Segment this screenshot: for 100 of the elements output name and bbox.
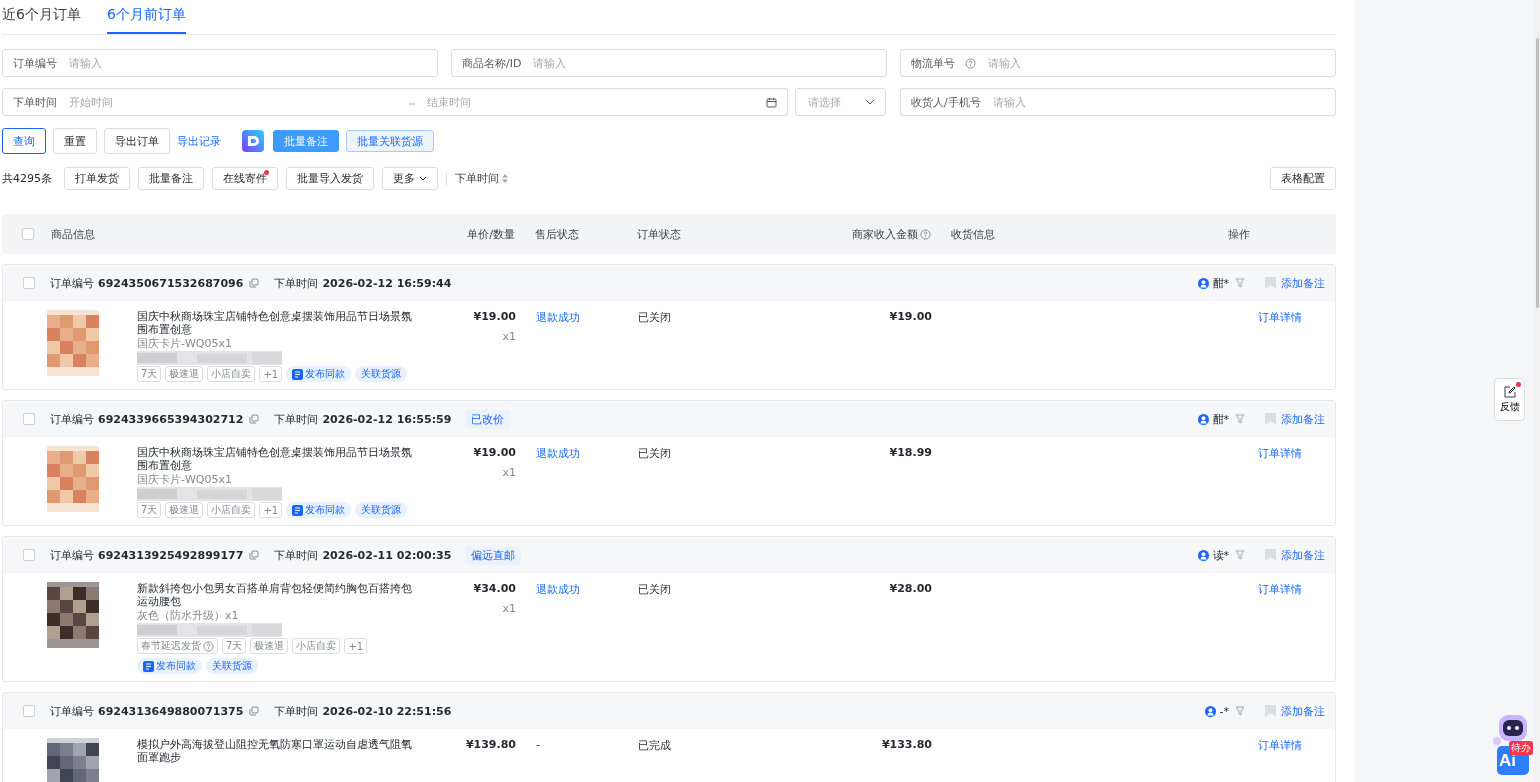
more-dropdown[interactable]: 更多 (382, 167, 438, 190)
sort-button[interactable]: 下单时间 (455, 171, 508, 186)
filter-icon[interactable] (1235, 550, 1245, 560)
merchant-income: ¥133.80 (880, 738, 932, 751)
after-sale-status[interactable]: 退款成功 (516, 446, 638, 461)
publish-button[interactable]: 发布同款 (137, 658, 202, 674)
publish-button[interactable]: 发布同款 (286, 502, 352, 518)
link-source-button[interactable]: 关联货源 (355, 502, 408, 518)
sort-icon (502, 174, 508, 183)
bookmark-icon (1265, 705, 1276, 717)
order-detail-link[interactable]: 订单详情 (1183, 738, 1335, 753)
order-detail-link[interactable]: 订单详情 (1183, 582, 1335, 597)
button[interactable]: 批量备注 (273, 130, 339, 152)
order-time: 下单时间 2026-02-10 22:51:56 (274, 703, 452, 719)
filter-icon[interactable] (1235, 414, 1245, 424)
quantity: x1 (502, 330, 516, 343)
checkbox[interactable] (23, 705, 35, 717)
column-header: 商家收入金额 (852, 226, 918, 242)
product-tag: 极速退 (165, 366, 204, 382)
product-tag: 7天 (222, 638, 247, 654)
order-time: 下单时间 2026-02-12 16:59:44 (274, 275, 452, 291)
button[interactable]: 批量关联货源 (346, 130, 434, 152)
quantity: x1 (502, 602, 516, 615)
after-sale-status: - (535, 738, 541, 751)
user-icon (1204, 705, 1216, 717)
order-detail-link[interactable]: 订单详情 (1183, 310, 1335, 325)
publish-button[interactable]: 发布同款 (286, 366, 352, 382)
tab[interactable]: 近6个月订单 (2, 0, 81, 34)
copy-icon[interactable] (249, 414, 260, 424)
bookmark-icon (1265, 413, 1276, 425)
field-label: 下单时间 (13, 94, 57, 110)
checkbox[interactable] (23, 549, 35, 561)
table-config-button[interactable]: 表格配置 (1270, 167, 1336, 190)
bookmark-icon (1265, 549, 1276, 561)
button[interactable]: 批量备注 (138, 167, 204, 190)
column-header: 商品信息 (51, 226, 95, 242)
filter-box[interactable]: 商品名称/ID 请输入 (451, 49, 887, 77)
link-source-button[interactable]: 关联货源 (206, 658, 258, 674)
quantity: x1 (502, 466, 516, 479)
order-tag: 偏远直邮 (465, 545, 522, 565)
product-title: 国庆中秋商场珠宝店铺特色创意桌摆装饰用品节日场景氛围布置创意 (137, 310, 413, 336)
product-sku: 国庆卡片-WQ05x1 (137, 472, 233, 487)
filter-box[interactable]: 收货人/手机号 请输入 (900, 88, 1336, 116)
total-count: 共4295条 (2, 171, 52, 186)
column-header: 操作 (1228, 226, 1250, 242)
copy-icon[interactable] (249, 706, 260, 716)
user-icon (1197, 277, 1209, 289)
date-range-box[interactable]: 下单时间 开始时间 结束时间 (2, 88, 788, 116)
merchant-income: ¥18.99 (888, 446, 932, 459)
button[interactable]: 打单发货 (64, 167, 130, 190)
order-detail-link[interactable]: 订单详情 (1183, 446, 1335, 461)
tab[interactable]: 6个月前订单 (106, 0, 186, 34)
checkbox[interactable] (23, 277, 35, 289)
add-note-link[interactable]: 添加备注 (1281, 703, 1325, 719)
product-tag: 极速退 (165, 502, 204, 518)
button[interactable]: 查询 (2, 128, 46, 154)
after-sale-status[interactable]: 退款成功 (516, 582, 638, 597)
order-time: 下单时间 2026-02-12 16:55:59 (274, 411, 452, 427)
unit-price: ¥19.00 (473, 446, 516, 459)
order-number: 订单编号 6924313649880071375 (50, 703, 244, 719)
copy-icon[interactable] (249, 278, 260, 288)
button[interactable]: 批量导入发货 (286, 167, 374, 190)
order-number: 订单编号 6924350671532687096 (50, 275, 244, 291)
link-source-button[interactable]: 关联货源 (355, 366, 408, 382)
merchant-income: ¥19.00 (888, 310, 932, 323)
edit-icon (1503, 385, 1516, 398)
after-sale-status[interactable]: 退款成功 (516, 310, 638, 325)
copy-icon[interactable] (249, 550, 260, 560)
chevron-down-icon (419, 176, 427, 181)
filter-icon[interactable] (1235, 706, 1245, 716)
field-label: 商品名称/ID (462, 55, 522, 71)
document-icon (292, 368, 304, 380)
bookmark-icon (1265, 277, 1276, 289)
todo-badge: 待办 (1509, 741, 1533, 755)
filter-box[interactable]: 订单编号 请输入 (2, 49, 438, 77)
button[interactable]: 重置 (53, 128, 97, 154)
buyer-name: 酣* (1212, 411, 1229, 427)
column-header: 单价/数量 (467, 226, 515, 242)
help-icon (203, 640, 214, 652)
app-icon[interactable] (242, 130, 264, 152)
ai-assistant-button[interactable]: Ai 待办 (1493, 713, 1531, 775)
button[interactable]: 导出订单 (104, 128, 170, 154)
export-records-link[interactable]: 导出记录 (177, 128, 229, 154)
unit-price: ¥19.00 (473, 310, 516, 323)
checkbox[interactable] (22, 228, 34, 240)
order-status: 已关闭 (638, 446, 672, 461)
order-status: 已关闭 (638, 582, 672, 597)
feedback-button[interactable]: 反馈 (1494, 378, 1525, 421)
column-header: 收货信息 (951, 226, 995, 242)
merchant-income: ¥28.00 (888, 582, 932, 595)
product-tag: 7天 (137, 366, 162, 382)
add-note-link[interactable]: 添加备注 (1281, 547, 1325, 563)
add-note-link[interactable]: 添加备注 (1281, 411, 1325, 427)
buyer-name: 酣* (1212, 275, 1229, 291)
checkbox[interactable] (23, 413, 35, 425)
add-note-link[interactable]: 添加备注 (1281, 275, 1325, 291)
filter-box[interactable]: 物流单号 请输入 (900, 49, 1336, 77)
select-box[interactable]: 请选择 (795, 88, 886, 116)
filter-icon[interactable] (1235, 278, 1245, 288)
button[interactable]: 在线寄件 (212, 167, 278, 190)
